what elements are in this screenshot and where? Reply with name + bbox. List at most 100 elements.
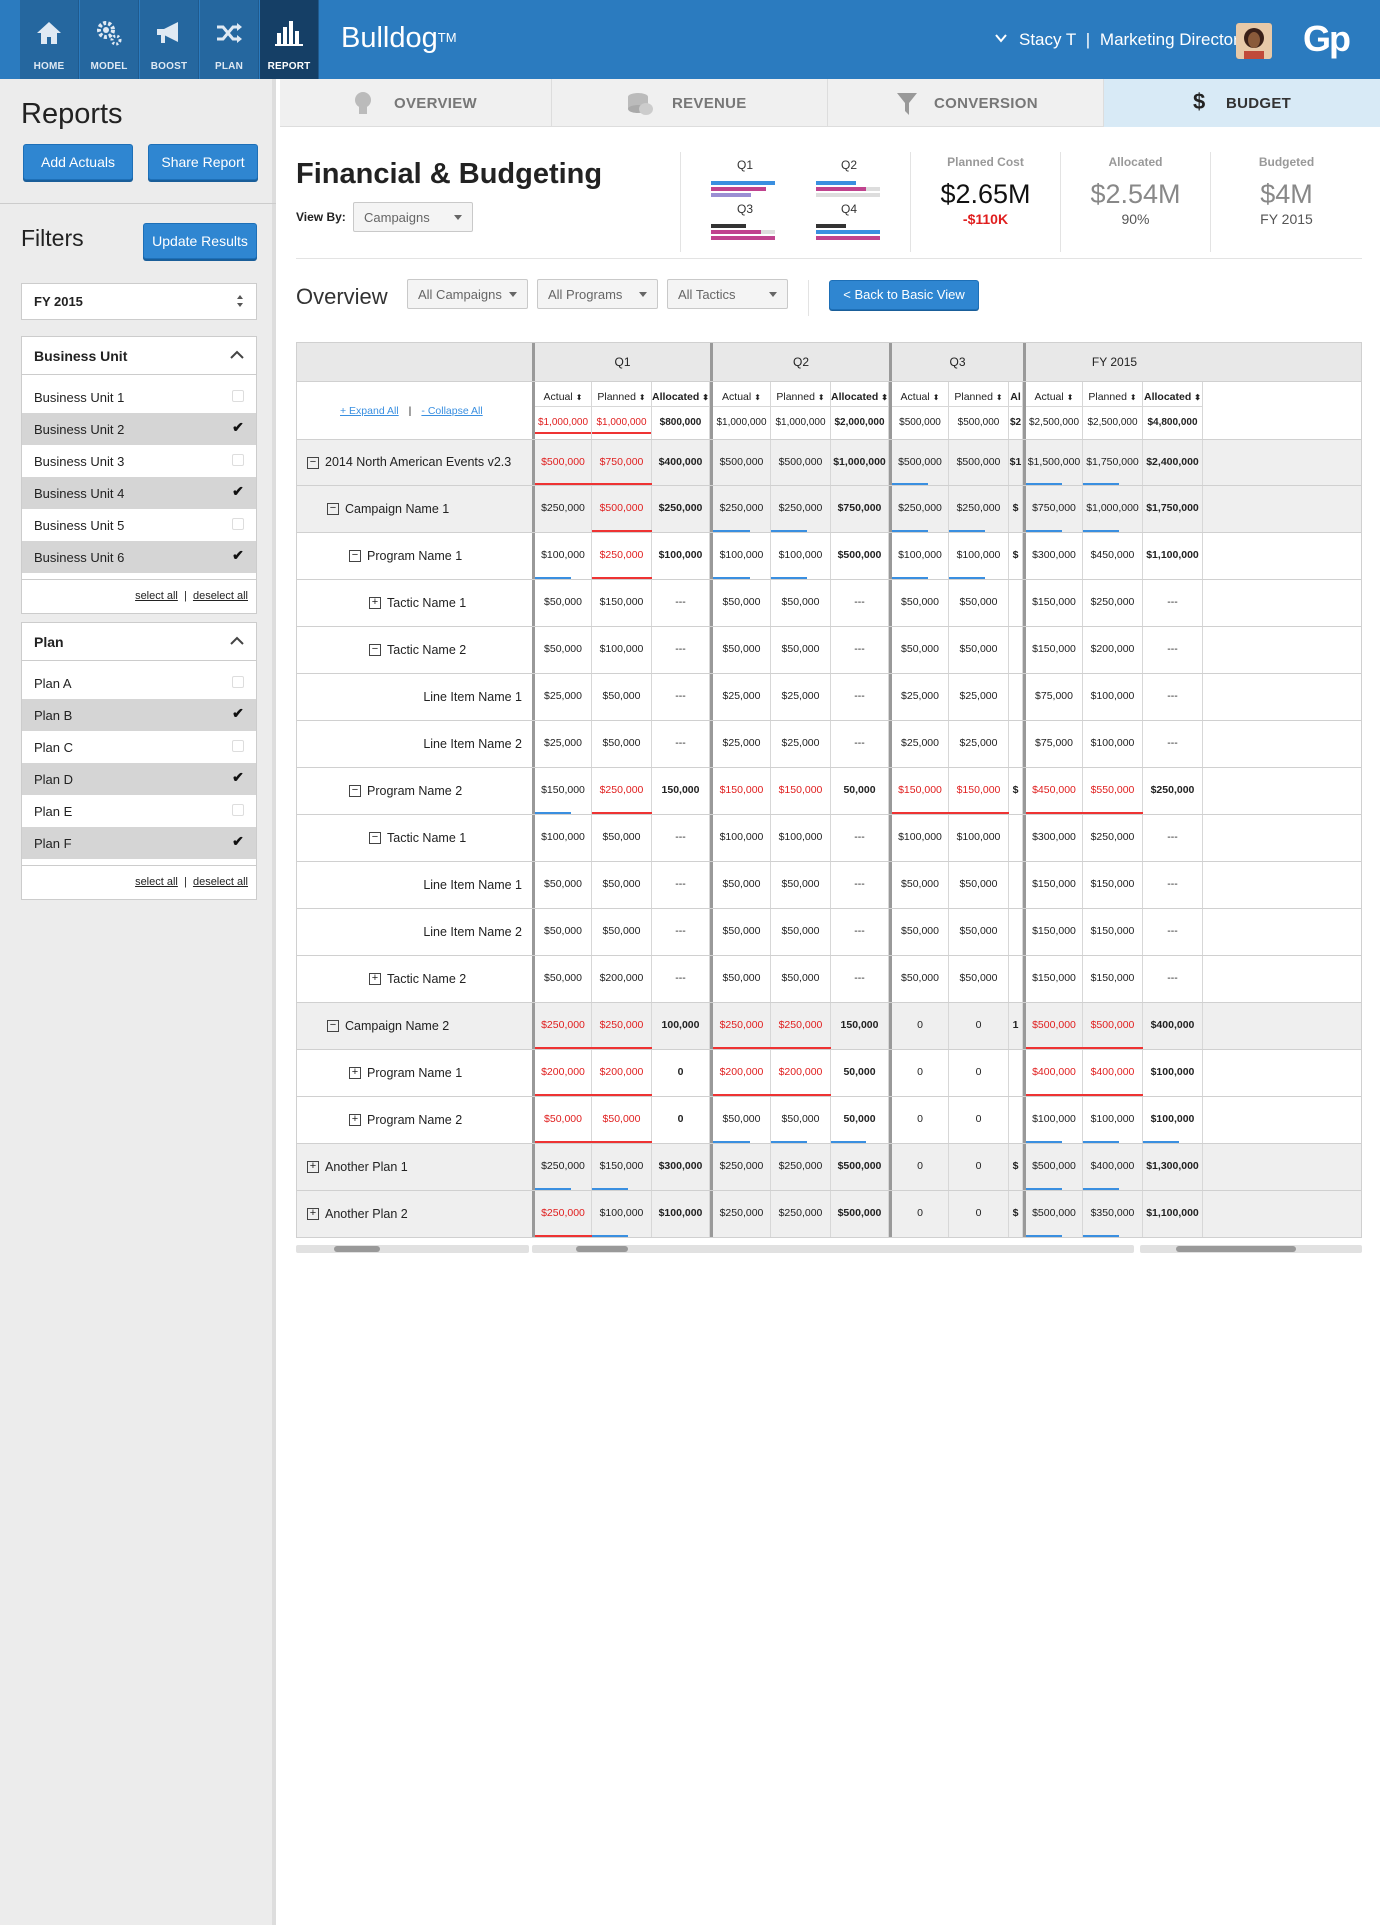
plan-item-5[interactable]: Plan E — [22, 795, 256, 827]
sort-icon[interactable]: ⬍ — [754, 393, 761, 402]
table-row[interactable]: − Campaign Name 2 $250,000 $250,000 100,000 $… — [296, 1003, 1362, 1050]
avatar[interactable] — [1236, 23, 1272, 59]
expand-toggle-icon[interactable]: + — [307, 1208, 319, 1221]
business-unit-header[interactable]: Business Unit — [22, 337, 256, 375]
plan-deselect-all-link[interactable]: deselect all — [193, 876, 248, 888]
programs-dropdown[interactable]: All Programs — [537, 279, 658, 309]
collapse-all-link[interactable]: - Collapse All — [421, 405, 482, 417]
plan-item-4[interactable]: Plan D ✔ — [22, 763, 256, 795]
business-unit-checkbox[interactable]: ✔ — [232, 548, 244, 562]
scrollbar-thumb[interactable] — [1176, 1246, 1296, 1252]
plan-checkbox[interactable]: ✔ — [232, 770, 244, 784]
nav-report-button[interactable]: REPORT — [260, 0, 319, 79]
table-row[interactable]: Line Item Name 1 $25,000 $50,000 --- $25,000… — [296, 674, 1362, 721]
expand-toggle-icon[interactable]: + — [307, 1161, 319, 1174]
name-column-scrollbar[interactable] — [296, 1245, 529, 1253]
quarters-scrollbar[interactable] — [532, 1245, 1134, 1253]
update-results-button[interactable]: Update Results — [143, 223, 257, 259]
plan-item-6[interactable]: Plan F ✔ — [22, 827, 256, 859]
table-row[interactable]: + Program Name 2 $50,000 $50,000 0 $50,000 $50… — [296, 1097, 1362, 1144]
column-header-10[interactable]: Planned ⬍ — [1083, 387, 1142, 407]
sort-icon[interactable]: ⬍ — [1130, 393, 1137, 402]
business-unit-checkbox[interactable] — [232, 390, 244, 402]
plan-select-all-link[interactable]: select all — [135, 876, 178, 888]
table-row[interactable]: + Tactic Name 1 $50,000 $150,000 --- $50,000 $… — [296, 580, 1362, 627]
tab-conversion[interactable]: CONVERSION — [828, 79, 1104, 127]
column-header-9[interactable]: Actual ⬍ — [1026, 387, 1082, 407]
expand-toggle-icon[interactable]: + — [369, 973, 381, 986]
table-row[interactable]: − Program Name 1 $100,000 $250,000 $100,000 $… — [296, 533, 1362, 580]
campaigns-dropdown[interactable]: All Campaigns — [407, 279, 528, 309]
column-header-7[interactable]: Planned ⬍ — [949, 387, 1008, 407]
table-row[interactable]: Line Item Name 1 $50,000 $50,000 --- $50,000… — [296, 862, 1362, 909]
table-row[interactable]: − Tactic Name 1 $100,000 $50,000 --- $100,000… — [296, 815, 1362, 862]
sort-icon[interactable]: ⬍ — [881, 393, 888, 402]
expand-toggle-icon[interactable]: + — [349, 1114, 361, 1127]
fy-column-scrollbar[interactable] — [1140, 1245, 1362, 1253]
plan-checkbox[interactable] — [232, 740, 244, 752]
expand-toggle-icon[interactable]: + — [349, 1067, 361, 1080]
business-unit-checkbox[interactable] — [232, 518, 244, 530]
collapse-toggle-icon[interactable]: − — [369, 832, 381, 845]
business-unit-checkbox[interactable]: ✔ — [232, 484, 244, 498]
plan-checkbox[interactable] — [232, 804, 244, 816]
business-unit-item-4[interactable]: Business Unit 4 ✔ — [22, 477, 256, 509]
business-unit-checkbox[interactable] — [232, 454, 244, 466]
business-unit-select-all-link[interactable]: select all — [135, 590, 178, 602]
sort-icon[interactable]: ⬍ — [576, 393, 583, 402]
column-header-8[interactable]: Al — [1009, 387, 1022, 407]
column-header-5[interactable]: Allocated ⬍ — [831, 387, 888, 407]
tab-revenue[interactable]: REVENUE — [552, 79, 828, 127]
tactics-dropdown[interactable]: All Tactics — [667, 279, 788, 309]
business-unit-item-3[interactable]: Business Unit 3 — [22, 445, 256, 477]
chevron-down-icon[interactable] — [995, 33, 1007, 43]
business-unit-item-2[interactable]: Business Unit 2 ✔ — [22, 413, 256, 445]
expand-toggle-icon[interactable]: + — [369, 597, 381, 610]
business-unit-item-5[interactable]: Business Unit 5 — [22, 509, 256, 541]
table-row[interactable]: + Another Plan 2 $250,000 $100,000 $100,000 $… — [296, 1191, 1362, 1238]
scrollbar-thumb[interactable] — [576, 1246, 628, 1252]
nav-home-button[interactable]: HOME — [20, 0, 79, 79]
view-by-dropdown[interactable]: Campaigns — [353, 202, 473, 232]
table-row[interactable]: − Tactic Name 2 $50,000 $100,000 --- $50,000 $… — [296, 627, 1362, 674]
table-row[interactable]: Line Item Name 2 $50,000 $50,000 --- $50,000… — [296, 909, 1362, 956]
sort-icon[interactable]: ⬍ — [818, 393, 825, 402]
collapse-toggle-icon[interactable]: − — [369, 644, 381, 657]
table-row[interactable]: + Tactic Name 2 $50,000 $200,000 --- $50,000 $… — [296, 956, 1362, 1003]
column-header-6[interactable]: Actual ⬍ — [892, 387, 948, 407]
chevron-up-icon[interactable] — [230, 636, 244, 646]
sort-icon[interactable]: ⬍ — [639, 393, 646, 402]
collapse-toggle-icon[interactable]: − — [349, 785, 361, 798]
business-unit-item-6[interactable]: Business Unit 6 ✔ — [22, 541, 256, 573]
column-header-2[interactable]: Allocated ⬍ — [652, 387, 709, 407]
tab-overview[interactable]: OVERVIEW — [280, 79, 552, 127]
column-header-11[interactable]: Allocated ⬍ — [1143, 387, 1202, 407]
nav-plan-button[interactable]: PLAN — [200, 0, 259, 79]
column-header-1[interactable]: Planned ⬍ — [592, 387, 651, 407]
collapse-toggle-icon[interactable]: − — [307, 456, 319, 469]
nav-model-button[interactable]: MODEL — [80, 0, 139, 79]
expand-all-link[interactable]: + Expand All — [340, 405, 399, 417]
collapse-toggle-icon[interactable]: − — [327, 1020, 339, 1033]
table-row[interactable]: Line Item Name 2 $25,000 $50,000 --- $25,000… — [296, 721, 1362, 768]
business-unit-item-1[interactable]: Business Unit 1 — [22, 381, 256, 413]
table-row[interactable]: + Program Name 1 $200,000 $200,000 0 $200,000… — [296, 1050, 1362, 1097]
plan-checkbox[interactable]: ✔ — [232, 834, 244, 848]
plan-checkbox[interactable]: ✔ — [232, 706, 244, 720]
tab-budget[interactable]: $ BUDGET — [1104, 79, 1380, 127]
table-row[interactable]: − Program Name 2 $150,000 $250,000 150,000 $1… — [296, 768, 1362, 815]
add-actuals-button[interactable]: Add Actuals — [23, 144, 133, 180]
plan-item-2[interactable]: Plan B ✔ — [22, 699, 256, 731]
chevron-up-icon[interactable] — [230, 350, 244, 360]
scrollbar-thumb[interactable] — [334, 1246, 380, 1252]
nav-boost-button[interactable]: BOOST — [140, 0, 199, 79]
user-menu[interactable]: Stacy T | Marketing Director — [1019, 30, 1239, 50]
column-header-3[interactable]: Actual ⬍ — [713, 387, 770, 407]
sort-icon[interactable]: ⬍ — [702, 393, 709, 402]
sort-icon[interactable]: ⬍ — [933, 393, 940, 402]
sort-icon[interactable]: ⬍ — [1194, 393, 1201, 402]
business-unit-deselect-all-link[interactable]: deselect all — [193, 590, 248, 602]
column-header-4[interactable]: Planned ⬍ — [771, 387, 830, 407]
sort-icon[interactable]: ⬍ — [1067, 393, 1074, 402]
plan-header[interactable]: Plan — [22, 623, 256, 661]
